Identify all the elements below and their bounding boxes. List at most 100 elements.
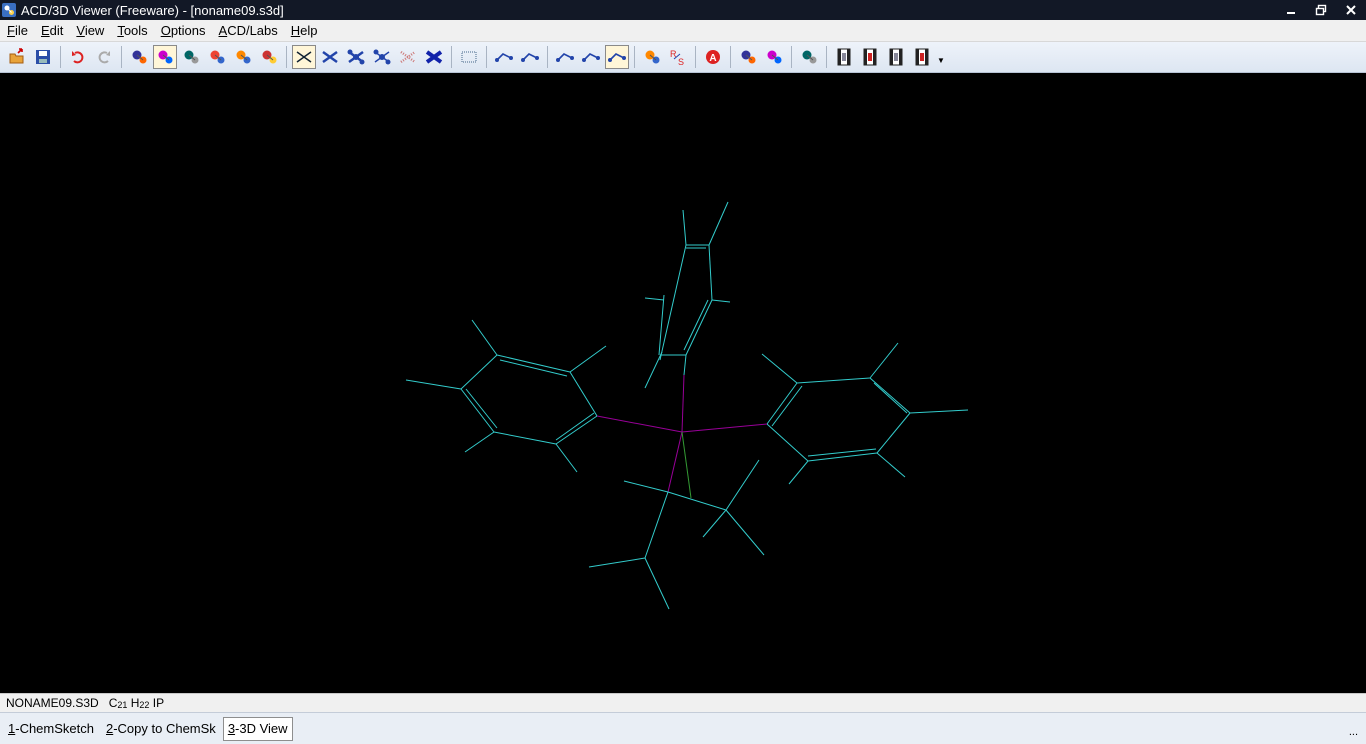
film-2-button[interactable]	[858, 45, 882, 69]
optimize-button[interactable]	[640, 45, 664, 69]
bond-line[interactable]	[465, 388, 498, 429]
bond-line[interactable]	[644, 297, 665, 301]
tab-3d-view[interactable]: 3 -3D View	[222, 716, 293, 741]
bond-line[interactable]	[807, 452, 878, 462]
film-4-button[interactable]	[910, 45, 934, 69]
bond-line[interactable]	[807, 448, 877, 457]
restore-button[interactable]	[1306, 0, 1336, 20]
wireframe-button[interactable]	[292, 45, 316, 69]
zoom-button[interactable]	[257, 45, 281, 69]
tab-chemsketch[interactable]: 1 -ChemSketch	[3, 717, 99, 741]
move-button[interactable]	[205, 45, 229, 69]
bond-line[interactable]	[869, 342, 899, 379]
menu-edit[interactable]: Edit	[34, 20, 69, 42]
bond-line[interactable]	[460, 354, 498, 390]
bond-line[interactable]	[460, 388, 495, 433]
torsion-angle-button[interactable]	[605, 45, 629, 69]
select-atom-button[interactable]	[127, 45, 151, 69]
redo-button[interactable]	[92, 45, 116, 69]
bond-line[interactable]	[644, 351, 663, 389]
menu-acd-labs[interactable]: ACD/Labs	[212, 20, 284, 42]
bond-line[interactable]	[569, 371, 598, 417]
bond-line[interactable]	[766, 423, 809, 462]
molecule-3d-viewport[interactable]	[0, 73, 1366, 693]
bond-line[interactable]	[683, 299, 709, 351]
bond-line[interactable]	[659, 244, 687, 361]
menu-tools[interactable]: Tools	[110, 20, 153, 42]
bond-line[interactable]	[876, 412, 911, 454]
bond-line[interactable]	[667, 491, 727, 511]
film-3-button[interactable]	[884, 45, 908, 69]
bond-line[interactable]	[405, 379, 462, 390]
rotate-z-button[interactable]	[179, 45, 203, 69]
bond-angle-button[interactable]	[579, 45, 603, 69]
sticks-button[interactable]	[318, 45, 342, 69]
menu-file[interactable]: File	[0, 20, 34, 42]
bond-line[interactable]	[702, 509, 727, 538]
orbital-button[interactable]	[736, 45, 760, 69]
bond-line[interactable]	[496, 354, 571, 373]
bond-line[interactable]	[761, 353, 798, 384]
bond-line[interactable]	[471, 319, 498, 356]
bond-line[interactable]	[876, 452, 906, 478]
bond-line[interactable]	[681, 374, 685, 433]
bond-line[interactable]	[788, 460, 809, 485]
bond-line[interactable]	[771, 385, 803, 427]
toolbar-overflow-button[interactable]: ▼	[935, 45, 947, 69]
bond-line[interactable]	[493, 431, 557, 445]
show-grid-button[interactable]	[457, 45, 481, 69]
bond-line[interactable]	[796, 377, 871, 384]
open-button[interactable]	[5, 45, 29, 69]
bond-line[interactable]	[682, 209, 687, 246]
bond-line[interactable]	[685, 299, 713, 356]
bond-line[interactable]	[873, 382, 908, 414]
atom-label-button[interactable]: A	[701, 45, 725, 69]
menu-view[interactable]: View	[69, 20, 110, 42]
bond-line[interactable]	[725, 509, 765, 556]
measure-angle-button[interactable]	[518, 45, 542, 69]
bond-line[interactable]	[725, 459, 760, 511]
bond-line[interactable]	[555, 412, 595, 441]
bond-line[interactable]	[708, 201, 729, 246]
save-button[interactable]	[31, 45, 55, 69]
close-button[interactable]	[1336, 0, 1366, 20]
bond-line[interactable]	[766, 382, 798, 425]
bond-line[interactable]	[708, 244, 713, 301]
bond-line[interactable]	[681, 431, 692, 499]
app-icon[interactable]	[1, 2, 17, 18]
bond-line[interactable]	[683, 354, 687, 376]
electron-density-button[interactable]	[762, 45, 786, 69]
bond-line[interactable]	[681, 423, 768, 433]
bond-line[interactable]	[596, 415, 683, 433]
tab-copy-to-chemsk[interactable]: 2 -Copy to ChemSk	[101, 717, 221, 741]
bond-line[interactable]	[569, 345, 607, 373]
bond-line[interactable]	[464, 431, 495, 453]
bond-line[interactable]	[644, 557, 670, 610]
undo-button[interactable]	[66, 45, 90, 69]
bond-line[interactable]	[588, 557, 646, 568]
bond-line[interactable]	[499, 359, 568, 377]
bond-line[interactable]	[623, 480, 669, 493]
spacefill-button[interactable]	[370, 45, 394, 69]
rotate-molecule-button[interactable]	[153, 45, 177, 69]
bond-line[interactable]	[555, 443, 578, 473]
measure-distance-button[interactable]	[492, 45, 516, 69]
molecule-wireframe[interactable]	[0, 73, 1366, 693]
film-1-button[interactable]	[832, 45, 856, 69]
show-hydrogens-button[interactable]	[797, 45, 821, 69]
balls-sticks-button[interactable]	[344, 45, 368, 69]
move-xy-button[interactable]	[231, 45, 255, 69]
bond-length-button[interactable]	[553, 45, 577, 69]
bond-line[interactable]	[711, 299, 731, 303]
menu-help[interactable]: Help	[284, 20, 324, 42]
bond-line[interactable]	[667, 431, 683, 493]
bond-line[interactable]	[555, 415, 598, 445]
disks-button[interactable]	[422, 45, 446, 69]
menu-options[interactable]: Options	[154, 20, 212, 42]
bond-line[interactable]	[909, 409, 969, 414]
bond-line[interactable]	[644, 491, 669, 559]
bond-line[interactable]	[869, 377, 911, 414]
dots-surface-button[interactable]	[396, 45, 420, 69]
minimize-button[interactable]	[1276, 0, 1306, 20]
rs-label-button[interactable]: RS	[666, 45, 690, 69]
